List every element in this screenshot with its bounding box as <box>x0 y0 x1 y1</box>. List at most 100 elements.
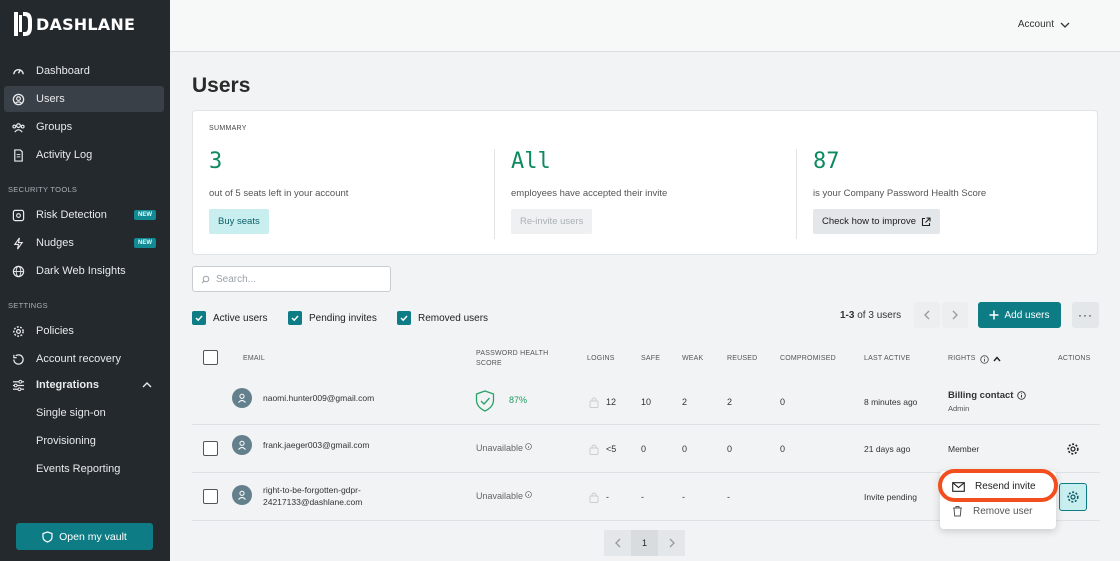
logins-count: 12 <box>606 397 617 407</box>
last-active: Invite pending <box>864 492 917 502</box>
search-input[interactable]: Search... <box>192 266 391 292</box>
info-icon[interactable] <box>525 443 532 450</box>
remove-user-menu-item[interactable]: Remove user <box>952 505 1032 517</box>
last-active: 8 minutes ago <box>864 397 918 407</box>
sidebar-item-users[interactable]: Users <box>4 86 164 112</box>
health-score: 87% <box>509 395 528 405</box>
row-checkbox[interactable] <box>203 441 218 456</box>
sidebar-item-label: Risk Detection <box>36 209 107 221</box>
column-header-weak[interactable]: WEAK <box>682 354 703 364</box>
chevron-down-icon <box>1060 22 1070 28</box>
health-score: Unavailable <box>476 491 524 501</box>
gear-icon <box>1067 491 1079 503</box>
sidebar-item-label: Events Reporting <box>36 463 121 475</box>
lightning-icon <box>12 237 25 250</box>
safe-count: 0 <box>641 444 647 454</box>
invites-count: All <box>511 149 551 174</box>
column-header-health-line2: SCORE <box>476 360 502 367</box>
dashlane-logo[interactable]: DASHLANE <box>14 12 135 36</box>
row-actions-button[interactable] <box>1059 483 1087 511</box>
pagination-total: of 3 users <box>857 310 902 321</box>
sidebar-item-nudges[interactable]: Nudges NEW <box>4 230 164 256</box>
check-improve-button[interactable]: Check how to improve <box>813 209 940 234</box>
external-link-icon <box>921 216 931 226</box>
more-options-button[interactable]: ··· <box>1072 302 1099 328</box>
sidebar-item-groups[interactable]: Groups <box>4 114 164 140</box>
column-header-logins[interactable]: LOGINS <box>587 354 615 364</box>
page-title: Users <box>192 74 251 97</box>
sidebar-item-label: Dashboard <box>36 65 90 77</box>
reinvite-users-button[interactable]: Re-invite users <box>511 209 593 234</box>
group-icon <box>12 121 25 134</box>
column-header-rights[interactable]: RIGHTS <box>948 354 1001 364</box>
safe-count: - <box>641 492 644 502</box>
next-page-button[interactable] <box>658 530 685 556</box>
sidebar-item-account-recovery[interactable]: Account recovery <box>4 346 164 372</box>
chevron-right-icon <box>669 538 675 548</box>
prev-page-button[interactable] <box>914 302 940 328</box>
sidebar-item-integrations[interactable]: Integrations <box>4 372 164 398</box>
info-icon[interactable] <box>525 491 532 498</box>
add-users-button[interactable]: Add users <box>978 302 1061 328</box>
sidebar-item-events-reporting[interactable]: Events Reporting <box>4 456 164 482</box>
user-email: frank.jaeger003@gmail.com <box>263 440 370 450</box>
sidebar-item-policies[interactable]: Policies <box>4 318 164 344</box>
avatar <box>232 435 252 455</box>
row-checkbox[interactable] <box>203 489 218 504</box>
sidebar-item-label: Dark Web Insights <box>36 265 126 277</box>
search-icon <box>201 275 210 283</box>
seats-summary: 3 out of 5 seats left in your account Bu… <box>209 149 348 234</box>
sidebar-item-dashboard[interactable]: Dashboard <box>4 58 164 84</box>
divider <box>796 149 797 239</box>
filter-active-users[interactable]: Active users <box>192 311 267 325</box>
gear-icon[interactable] <box>1066 442 1080 456</box>
lock-icon <box>589 444 599 455</box>
compromised-count: 0 <box>780 444 786 454</box>
column-header-rights-label: RIGHTS <box>948 355 976 362</box>
column-header-health[interactable]: PASSWORD HEALTH SCORE <box>476 349 548 369</box>
sidebar-item-single-sign-on[interactable]: Single sign-on <box>4 400 164 426</box>
divider <box>494 149 495 239</box>
column-header-last-active[interactable]: LAST ACTIVE <box>864 354 910 364</box>
column-header-compromised[interactable]: COMPROMISED <box>780 354 836 364</box>
check-improve-label: Check how to improve <box>822 216 916 227</box>
next-page-button[interactable] <box>942 302 968 328</box>
page-number-button[interactable]: 1 <box>631 530 658 556</box>
check-icon <box>195 315 203 322</box>
select-all-checkbox[interactable] <box>203 350 218 365</box>
new-badge: NEW <box>134 210 156 220</box>
sidebar-item-risk-detection[interactable]: Risk Detection NEW <box>4 202 164 228</box>
column-header-safe[interactable]: SAFE <box>641 354 660 364</box>
sidebar-item-label: Users <box>36 93 65 105</box>
health-score: 87 <box>813 149 840 174</box>
filter-pending-invites[interactable]: Pending invites <box>288 311 377 325</box>
seats-count: 3 <box>209 149 223 174</box>
prev-page-button[interactable] <box>604 530 631 556</box>
checkbox-checked[interactable] <box>397 311 411 325</box>
filter-label: Removed users <box>418 312 489 324</box>
sidebar-item-dark-web-insights[interactable]: Dark Web Insights <box>4 258 164 284</box>
sidebar-item-provisioning[interactable]: Provisioning <box>4 428 164 454</box>
ellipsis-icon: ··· <box>1078 308 1093 322</box>
new-badge: NEW <box>134 238 156 248</box>
buy-seats-button[interactable]: Buy seats <box>209 209 269 234</box>
sidebar-item-activity-log[interactable]: Activity Log <box>4 142 164 168</box>
avatar <box>232 485 252 505</box>
info-icon <box>979 354 989 364</box>
sidebar-item-label: Account recovery <box>36 353 121 365</box>
user-icon <box>238 393 246 403</box>
column-header-reused[interactable]: REUSED <box>727 354 757 364</box>
account-menu[interactable]: Account <box>1018 19 1070 30</box>
checkbox-checked[interactable] <box>288 311 302 325</box>
filter-removed-users[interactable]: Removed users <box>397 311 488 325</box>
checkbox-checked[interactable] <box>192 311 206 325</box>
brand-name: DASHLANE <box>36 14 136 34</box>
add-users-label: Add users <box>1004 309 1050 321</box>
info-icon[interactable] <box>1017 391 1027 400</box>
globe-icon <box>12 265 25 278</box>
lock-icon <box>589 397 599 408</box>
open-vault-button[interactable]: Open my vault <box>16 523 153 550</box>
search-placeholder: Search... <box>216 273 257 285</box>
chevron-up-icon[interactable] <box>142 380 152 390</box>
sidebar-item-label: Single sign-on <box>36 407 106 419</box>
